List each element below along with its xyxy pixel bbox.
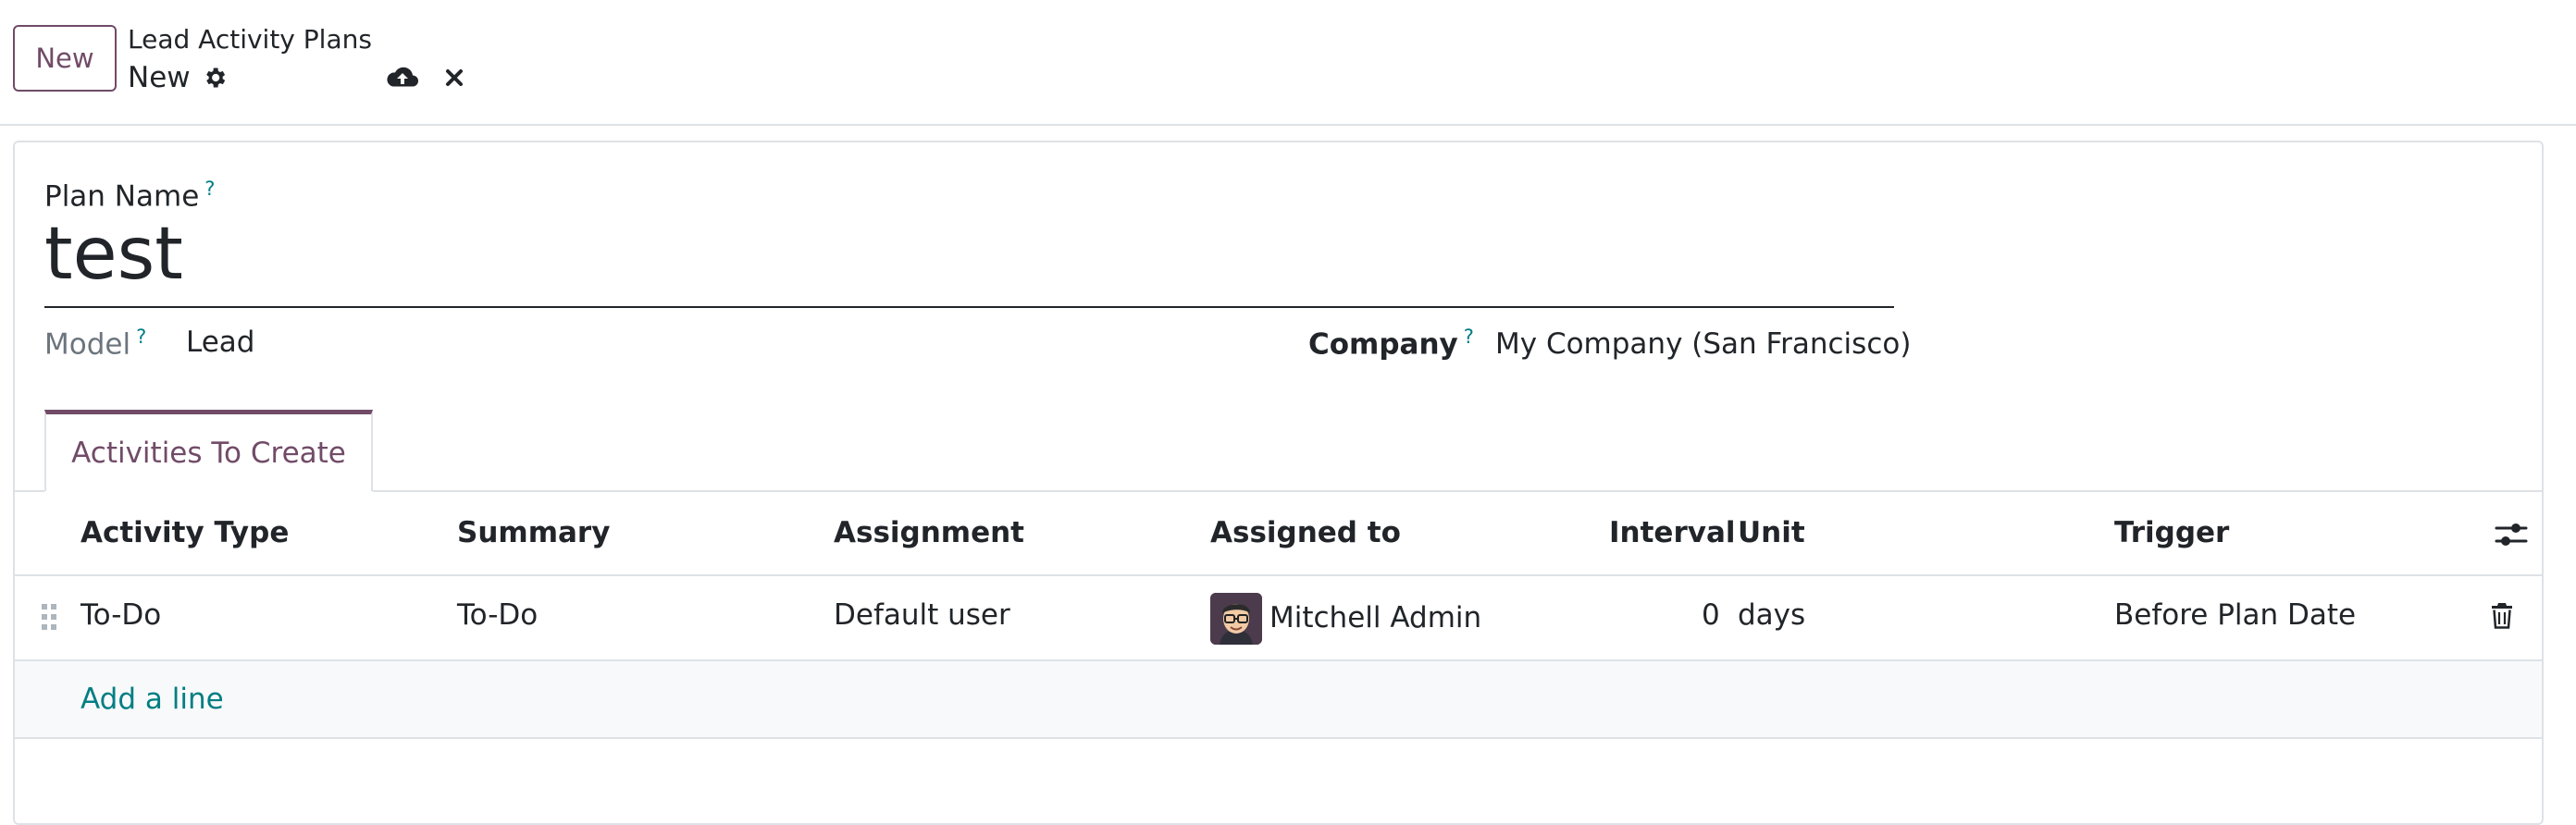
cell-trigger[interactable]: Before Plan Date: [2114, 598, 2356, 632]
column-header-unit[interactable]: Unit: [1738, 516, 1805, 549]
column-header-summary[interactable]: Summary: [457, 516, 610, 549]
cell-assignment[interactable]: Default user: [834, 598, 1010, 632]
plan-name-underline: [44, 306, 1894, 308]
optional-columns-icon[interactable]: [2495, 520, 2528, 549]
cell-unit[interactable]: days: [1738, 598, 1805, 632]
cloud-upload-icon[interactable]: [385, 64, 420, 92]
tab-border: [13, 490, 44, 492]
record-name: New: [128, 61, 191, 94]
help-tooltip-icon[interactable]: ?: [136, 326, 146, 348]
tab-border: [373, 490, 2544, 492]
trash-icon[interactable]: [2491, 602, 2513, 630]
model-value: Lead: [186, 326, 255, 359]
column-header-assigned-to[interactable]: Assigned to: [1210, 516, 1401, 549]
drag-handle-icon[interactable]: [41, 603, 57, 631]
cell-summary[interactable]: To-Do: [457, 598, 538, 632]
new-button[interactable]: New: [13, 25, 117, 92]
tab-activities-to-create[interactable]: Activities To Create: [44, 410, 373, 491]
avatar: [1210, 593, 1262, 645]
model-label: Model?: [44, 326, 147, 362]
plan-name-input[interactable]: test: [44, 218, 183, 290]
column-header-interval[interactable]: Interval: [1609, 516, 1736, 549]
cell-activity-type[interactable]: To-Do: [80, 598, 161, 632]
column-header-activity-type[interactable]: Activity Type: [80, 516, 289, 549]
control-panel: New Lead Activity Plans New: [0, 0, 2576, 126]
add-a-line-link[interactable]: Add a line: [80, 683, 224, 716]
help-tooltip-icon[interactable]: ?: [204, 178, 215, 200]
company-field[interactable]: My Company (San Francisco): [1495, 327, 1911, 361]
cell-assigned-to[interactable]: Mitchell Admin: [1269, 601, 1481, 634]
plan-name-label: Plan Name?: [44, 178, 216, 214]
add-line-row: [15, 661, 2542, 737]
breadcrumb-lead-activity-plans[interactable]: Lead Activity Plans: [128, 24, 372, 55]
column-header-trigger[interactable]: Trigger: [2114, 516, 2229, 549]
company-label: Company?: [1308, 326, 1474, 362]
table-header-divider: [15, 574, 2542, 576]
close-icon[interactable]: [443, 67, 465, 89]
help-tooltip-icon[interactable]: ?: [1464, 326, 1474, 348]
cell-interval[interactable]: 0: [1702, 598, 1720, 632]
gear-icon[interactable]: [202, 65, 228, 91]
column-header-assignment[interactable]: Assignment: [834, 516, 1024, 549]
table-footer-divider: [15, 737, 2542, 739]
